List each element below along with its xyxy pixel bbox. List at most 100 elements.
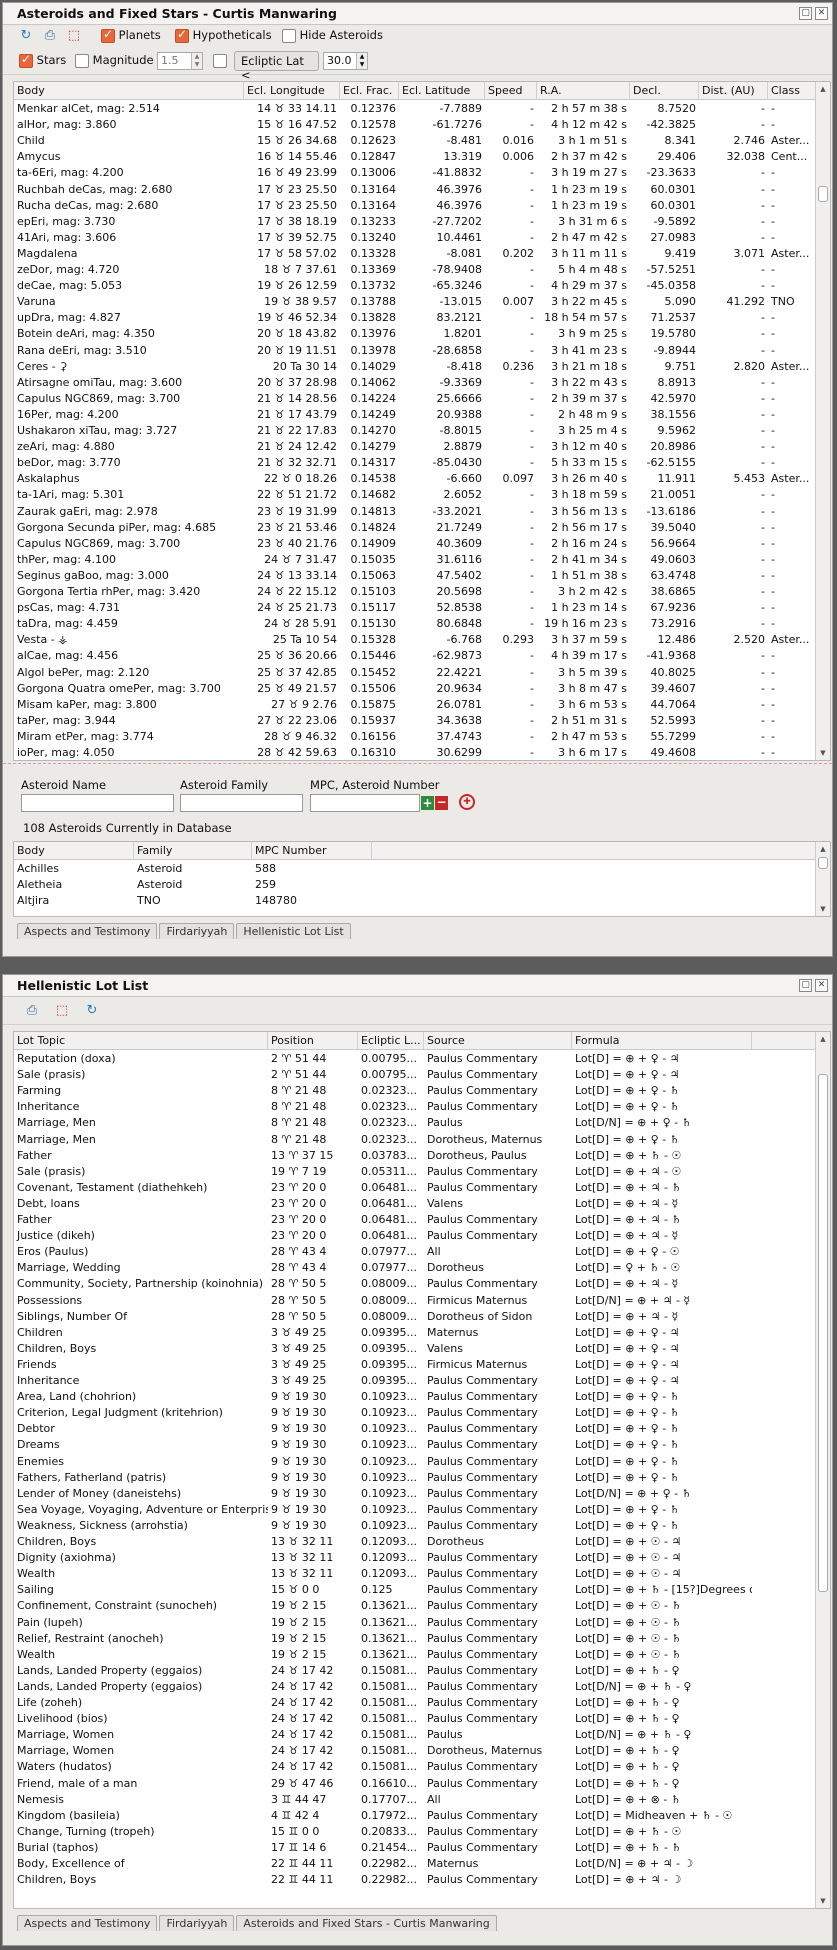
- refresh-icon[interactable]: ↻: [83, 1002, 101, 1020]
- pdf-icon[interactable]: ⬚: [53, 1002, 71, 1020]
- table-row[interactable]: thPer, mag: 4.100 24 ♉ 7 31.47 0.15035 31.6…: [14, 552, 815, 568]
- table-scrollbar[interactable]: ▲ ▼: [815, 82, 830, 760]
- table-row[interactable]: Aletheia Asteroid 259: [14, 877, 815, 893]
- table-row[interactable]: ioPer, mag: 4.050 28 ♉ 42 59.63 0.16310 30.…: [14, 745, 815, 760]
- planets-checkbox[interactable]: Planets: [101, 27, 161, 43]
- table-row[interactable]: Zaurak gaEri, mag: 2.978 23 ♉ 19 31.99 0.1…: [14, 504, 815, 520]
- table-row[interactable]: Lender of Money (daneistehs) 9 ♉ 19 30 0.1…: [14, 1486, 815, 1502]
- table-row[interactable]: Nemesis 3 ♊ 44 47 0.17707... All Lot[D] = ⊕ …: [14, 1792, 815, 1808]
- ecliptic-checkbox[interactable]: [213, 53, 227, 68]
- table-row[interactable]: Covenant, Testament (diathehkeh) 23 ♈ 20 …: [14, 1180, 815, 1196]
- table-row[interactable]: Marriage, Women 24 ♉ 17 42 0.15081... Dorot…: [14, 1743, 815, 1759]
- table-row[interactable]: Kingdom (basileia) 4 ♊ 42 4 0.17972... Paul…: [14, 1808, 815, 1824]
- table-row[interactable]: Askalaphus 22 ♉ 0 18.26 0.14538 -6.660 0.097…: [14, 471, 815, 487]
- table-row[interactable]: Child 15 ♉ 26 34.68 0.12623 -8.481 0.016 3 h …: [14, 133, 815, 149]
- column-header[interactable]: MPC Number: [252, 842, 372, 860]
- table-row[interactable]: Burial (taphos) 17 ♊ 14 6 0.21454... Paulus…: [14, 1840, 815, 1856]
- table-row[interactable]: Gorgona Secunda piPer, mag: 4.685 23 ♉ 21…: [14, 520, 815, 536]
- table-row[interactable]: beDor, mag: 3.770 21 ♉ 32 32.71 0.14317 -85…: [14, 455, 815, 471]
- table-row[interactable]: Inheritance 3 ♉ 49 25 0.09395... Paulus Com…: [14, 1373, 815, 1389]
- table-row[interactable]: Children 3 ♉ 49 25 0.09395... Maternus Lot[D…: [14, 1325, 815, 1341]
- lot-table-scrollbar[interactable]: ▲ ▼: [815, 1032, 830, 1908]
- column-header[interactable]: Speed: [485, 82, 537, 100]
- column-header[interactable]: Ecliptic L...: [358, 1032, 424, 1050]
- table-row[interactable]: Possessions 28 ♈ 50 5 0.08009... Firmicus M…: [14, 1293, 815, 1309]
- column-header[interactable]: Body: [14, 842, 134, 860]
- lifebuoy-icon[interactable]: ✚: [459, 794, 475, 810]
- column-header[interactable]: Formula: [572, 1032, 752, 1050]
- restore-icon[interactable]: ▢: [799, 979, 812, 992]
- table-row[interactable]: Seginus gaBoo, mag: 3.000 24 ♉ 13 33.14 0.…: [14, 568, 815, 584]
- table-row[interactable]: Friend, male of a man 29 ♉ 47 46 0.16610..…: [14, 1776, 815, 1792]
- table-row[interactable]: Amycus 16 ♉ 14 55.46 0.12847 13.319 0.006 2 h…: [14, 149, 815, 165]
- tab[interactable]: Firdariyyah: [159, 1915, 235, 1931]
- table-row[interactable]: Friends 3 ♉ 49 25 0.09395... Firmicus Mater…: [14, 1357, 815, 1373]
- table-row[interactable]: alCae, mag: 4.456 25 ♉ 36 20.66 0.15446 -62…: [14, 648, 815, 664]
- table-row[interactable]: Fathers, Fatherland (patris) 9 ♉ 19 30 0.1…: [14, 1470, 815, 1486]
- table-row[interactable]: 41Ari, mag: 3.606 17 ♉ 39 52.75 0.13240 10.…: [14, 230, 815, 246]
- table-row[interactable]: Criterion, Legal Judgment (kritehrion) 9 …: [14, 1405, 815, 1421]
- table-row[interactable]: taDra, mag: 4.459 24 ♉ 28 5.91 0.15130 80.6…: [14, 616, 815, 632]
- table-row[interactable]: Children, Boys 3 ♉ 49 25 0.09395... Valens L…: [14, 1341, 815, 1357]
- print-icon[interactable]: ⎙: [23, 1002, 41, 1020]
- table-row[interactable]: Children, Boys 13 ♉ 32 11 0.12093... Doroth…: [14, 1534, 815, 1550]
- table-row[interactable]: Wealth 19 ♉ 2 15 0.13621... Paulus Commenta…: [14, 1647, 815, 1663]
- table-row[interactable]: Livelihood (bios) 24 ♉ 17 42 0.15081... Pau…: [14, 1711, 815, 1727]
- table-row[interactable]: deCae, mag: 5.053 19 ♉ 26 12.59 0.13732 -65…: [14, 278, 815, 294]
- table-row[interactable]: Botein deAri, mag: 4.350 20 ♉ 18 43.82 0.1…: [14, 326, 815, 342]
- table-row[interactable]: Father 23 ♈ 20 0 0.06481... Paulus Commenta…: [14, 1212, 815, 1228]
- table-row[interactable]: Ushakaron xiTau, mag: 3.727 21 ♉ 22 17.83…: [14, 423, 815, 439]
- table-row[interactable]: Confinement, Constraint (sunocheh) 19 ♉ 2…: [14, 1598, 815, 1614]
- table-row[interactable]: Sea Voyage, Voyaging, Adventure or Enter…: [14, 1502, 815, 1518]
- table-row[interactable]: Relief, Restraint (anocheh) 19 ♉ 2 15 0.13…: [14, 1631, 815, 1647]
- table-row[interactable]: Rucha deCas, mag: 2.680 17 ♉ 23 25.50 0.13…: [14, 198, 815, 214]
- table-row[interactable]: Body, Excellence of 22 ♊ 44 11 0.22982... M…: [14, 1856, 815, 1872]
- table-row[interactable]: Sale (prasis) 2 ♈ 51 44 0.00795... Paulus C…: [14, 1067, 815, 1083]
- table-row[interactable]: Pain (lupeh) 19 ♉ 2 15 0.13621... Paulus Co…: [14, 1615, 815, 1631]
- table-row[interactable]: Atirsagne omiTau, mag: 3.600 20 ♉ 37 28.9…: [14, 375, 815, 391]
- table-row[interactable]: Algol bePer, mag: 2.120 25 ♉ 37 42.85 0.15…: [14, 665, 815, 681]
- table-row[interactable]: Marriage, Women 24 ♉ 17 42 0.15081... Paulu…: [14, 1727, 815, 1743]
- tab[interactable]: Hellenistic Lot List: [236, 923, 351, 939]
- print-icon[interactable]: ⎙: [41, 27, 59, 45]
- table-row[interactable]: Marriage, Men 8 ♈ 21 48 0.02323... Paulus Lo…: [14, 1115, 815, 1131]
- table-row[interactable]: Inheritance 8 ♈ 21 48 0.02323... Paulus Com…: [14, 1099, 815, 1115]
- column-header[interactable]: Lot Topic: [14, 1032, 268, 1050]
- table-row[interactable]: Siblings, Number Of 28 ♈ 50 5 0.08009... Do…: [14, 1309, 815, 1325]
- table-row[interactable]: Magdalena 17 ♉ 58 57.02 0.13328 -8.081 0.202…: [14, 246, 815, 262]
- pdf-icon[interactable]: ⬚: [65, 27, 83, 45]
- table-row[interactable]: Gorgona Tertia rhPer, mag: 3.420 24 ♉ 22 …: [14, 584, 815, 600]
- scroll-thumb[interactable]: [818, 1074, 828, 1592]
- close-icon[interactable]: ✕: [815, 979, 828, 992]
- tab[interactable]: Aspects and Testimony: [17, 923, 158, 939]
- scroll-down-icon[interactable]: ▼: [816, 902, 830, 916]
- column-header[interactable]: Family: [134, 842, 252, 860]
- scroll-up-icon[interactable]: ▲: [816, 82, 830, 96]
- column-header[interactable]: Body: [14, 82, 244, 100]
- table-row[interactable]: Misam kaPer, mag: 3.800 27 ♉ 9 2.76 0.1587…: [14, 697, 815, 713]
- table-row[interactable]: Sale (prasis) 19 ♈ 7 19 0.05311... Paulus C…: [14, 1164, 815, 1180]
- scroll-down-icon[interactable]: ▼: [816, 746, 830, 760]
- table-row[interactable]: Miram etPer, mag: 3.774 28 ♉ 9 46.32 0.161…: [14, 729, 815, 745]
- column-header[interactable]: Position: [268, 1032, 358, 1050]
- column-header[interactable]: Dist. (AU): [699, 82, 768, 100]
- table-row[interactable]: Debtor 9 ♉ 19 30 0.10923... Paulus Commenta…: [14, 1421, 815, 1437]
- tab[interactable]: Asteroids and Fixed Stars - Curtis Manwa…: [236, 1915, 497, 1931]
- column-header[interactable]: Ecl. Longitude: [244, 82, 340, 100]
- column-header[interactable]: Decl.: [630, 82, 699, 100]
- table-row[interactable]: Gorgona Quatra omePer, mag: 3.700 25 ♉ 49…: [14, 681, 815, 697]
- table-row[interactable]: Dreams 9 ♉ 19 30 0.10923... Paulus Commenta…: [14, 1437, 815, 1453]
- magnitude-checkbox[interactable]: Magnitude <: [75, 53, 167, 68]
- spinner-arrows-icon[interactable]: ▲ ▼: [356, 53, 367, 69]
- table-row[interactable]: Community, Society, Partnership (koinohn…: [14, 1276, 815, 1292]
- scroll-up-icon[interactable]: ▲: [816, 842, 830, 856]
- db-scrollbar[interactable]: ▲ ▼: [815, 842, 830, 916]
- table-row[interactable]: Reputation (doxa) 2 ♈ 51 44 0.00795... Paul…: [14, 1051, 815, 1067]
- table-row[interactable]: Change, Turning (tropeh) 15 ♊ 0 0 0.20833.…: [14, 1824, 815, 1840]
- table-row[interactable]: Wealth 13 ♉ 32 11 0.12093... Paulus Comment…: [14, 1566, 815, 1582]
- table-row[interactable]: Enemies 9 ♉ 19 30 0.10923... Paulus Comment…: [14, 1454, 815, 1470]
- tab[interactable]: Aspects and Testimony: [17, 1915, 158, 1931]
- scroll-thumb[interactable]: [818, 857, 828, 869]
- table-row[interactable]: Varuna 19 ♉ 38 9.57 0.13788 -13.015 0.007 3 h…: [14, 294, 815, 310]
- table-row[interactable]: taPer, mag: 3.944 27 ♉ 22 23.06 0.15937 34.…: [14, 713, 815, 729]
